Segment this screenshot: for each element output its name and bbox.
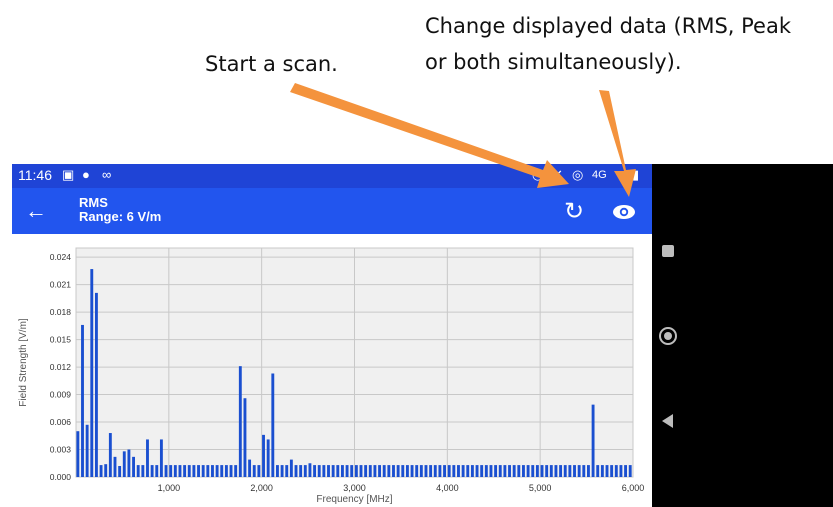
arrow-to-eye: [599, 90, 636, 197]
arrow-to-refresh: [290, 83, 569, 188]
annotation-arrows: [290, 83, 636, 197]
